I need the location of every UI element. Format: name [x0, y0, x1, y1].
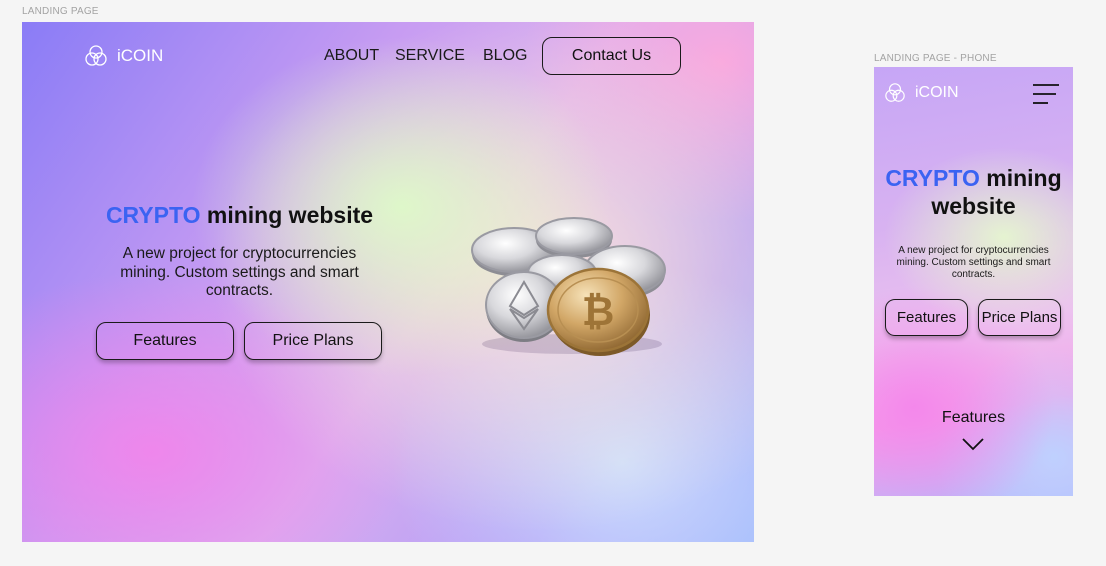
nav-service[interactable]: SERVICE: [395, 47, 465, 65]
phone-hero-subtitle: A new project for cryptocurrencies minin…: [896, 245, 1051, 280]
hamburger-menu-icon[interactable]: [1032, 83, 1060, 110]
features-button[interactable]: Features: [96, 322, 234, 360]
hero-title-rest: mining website: [206, 202, 374, 228]
phone-frame-label: LANDING PAGE - PHONE: [874, 53, 997, 64]
logo-text: iCOIN: [117, 46, 164, 65]
phone-price-plans-button[interactable]: Price Plans: [978, 299, 1061, 336]
logo-rings-icon: [84, 44, 108, 68]
desktop-frame-label: LANDING PAGE: [22, 6, 99, 17]
hero-subtitle: A new project for cryptocurrencies minin…: [120, 245, 359, 299]
phone-landing-page: iCOIN CRYPTO mining website A new projec…: [874, 67, 1073, 496]
nav-about[interactable]: ABOUT: [324, 47, 379, 65]
phone-logo[interactable]: iCOIN: [884, 82, 959, 104]
contact-us-button[interactable]: Contact Us: [542, 37, 681, 75]
hero-title-accent: CRYPTO: [105, 202, 201, 228]
logo-rings-icon: [884, 82, 906, 104]
phone-hero-title-accent: CRYPTO: [885, 165, 980, 191]
phone-logo-text: iCOIN: [915, 84, 959, 101]
phone-hero-title: CRYPTO mining website: [882, 164, 1065, 220]
desktop-landing-page: iCOIN ABOUT SERVICE BLOG Contact Us CRYP…: [22, 22, 754, 542]
crypto-coins-image: ₿: [462, 212, 672, 362]
phone-features-button[interactable]: Features: [885, 299, 968, 336]
price-plans-button[interactable]: Price Plans: [244, 322, 382, 360]
svg-text:₿: ₿: [582, 289, 615, 335]
logo[interactable]: iCOIN: [84, 44, 163, 68]
phone-scroll-features-label[interactable]: Features: [874, 409, 1073, 427]
nav-blog[interactable]: BLOG: [483, 47, 527, 65]
hero-title: CRYPTO mining website: [92, 202, 387, 229]
chevron-down-icon[interactable]: [961, 437, 985, 456]
